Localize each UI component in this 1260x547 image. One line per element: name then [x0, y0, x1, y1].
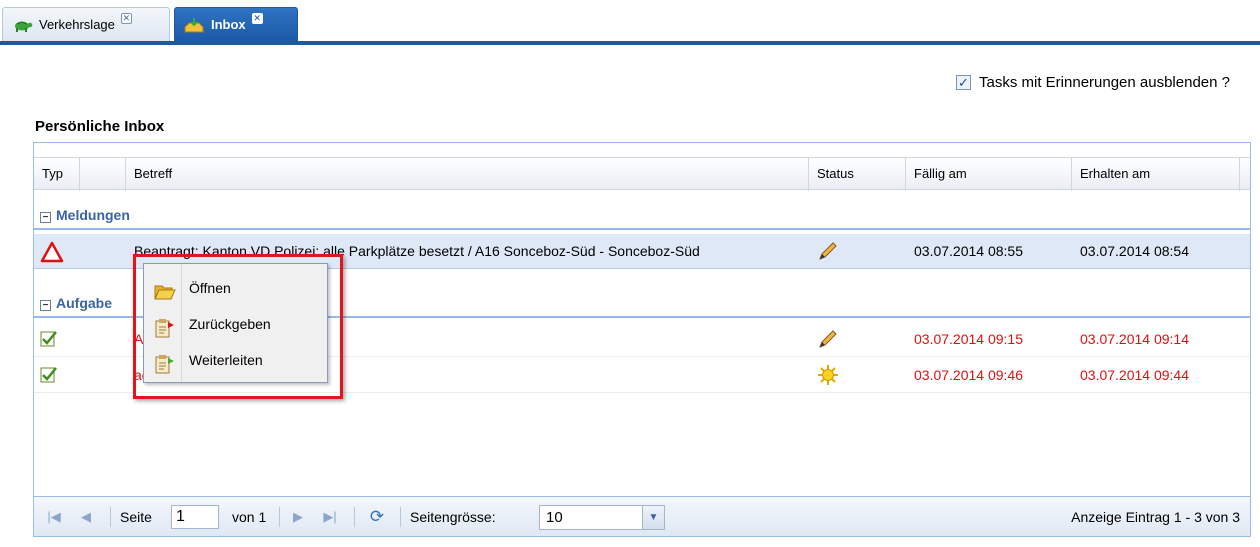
close-icon[interactable]: ✕ — [120, 13, 132, 24]
folder-open-icon — [154, 279, 176, 300]
separator — [354, 507, 355, 527]
row-received: 03.07.2014 09:14 — [1080, 331, 1189, 347]
pencil-icon — [817, 322, 847, 357]
last-page-icon[interactable]: ▶| — [322, 509, 338, 525]
chevron-down-icon[interactable]: ▼ — [642, 506, 664, 529]
context-menu: Öffnen Zurückgeben Weiterleiten — [143, 263, 328, 383]
group-label: Aufgabe — [56, 295, 112, 311]
column-header-spacer — [80, 158, 126, 191]
group-header-meldungen[interactable]: − Meldungen — [34, 200, 1250, 230]
sun-icon — [817, 358, 847, 393]
row-due: 03.07.2014 09:46 — [914, 367, 1023, 383]
refresh-icon[interactable]: ⟳ — [367, 508, 387, 525]
separator — [400, 507, 401, 527]
forward-document-icon — [154, 351, 176, 374]
first-page-icon[interactable]: |◀ — [46, 509, 62, 525]
paging-toolbar: |◀ ◀ Seite 1 von 1 ▶ ▶| ⟳ Seitengrösse: … — [34, 496, 1250, 536]
hide-reminder-tasks-option[interactable]: ✓ Tasks mit Erinnerungen ausblenden ? — [956, 74, 1230, 91]
collapse-icon[interactable]: − — [40, 212, 51, 223]
menu-item-label: Zurückgeben — [189, 316, 271, 332]
inbox-tray-icon — [183, 17, 205, 33]
close-icon[interactable]: ✕ — [251, 13, 263, 24]
tab-label: Verkehrslage — [39, 17, 115, 32]
page-size-select[interactable]: 10 ▼ — [539, 505, 665, 530]
collapse-icon[interactable]: − — [40, 300, 51, 311]
row-due: 03.07.2014 09:15 — [914, 331, 1023, 347]
section-title: Persönliche Inbox — [35, 118, 165, 135]
page-size-value: 10 — [546, 509, 563, 526]
task-check-icon — [40, 358, 70, 393]
column-header-betreff[interactable]: Betreff — [126, 158, 809, 191]
page-label: Seite — [120, 509, 152, 525]
tab-inbox[interactable]: Inbox ✕ — [174, 7, 298, 41]
column-header-status[interactable]: Status — [809, 158, 906, 191]
column-header-faellig[interactable]: Fällig am — [906, 158, 1072, 191]
page-count: von 1 — [232, 509, 267, 525]
row-received: 03.07.2014 08:54 — [1080, 243, 1189, 259]
task-check-icon — [40, 322, 70, 357]
return-document-icon — [154, 315, 176, 338]
column-header-typ[interactable]: Typ — [34, 158, 80, 191]
menu-item-open[interactable]: Öffnen — [144, 270, 327, 306]
page-number-input[interactable]: 1 — [171, 505, 219, 529]
menu-item-label: Öffnen — [189, 280, 231, 296]
menu-item-return[interactable]: Zurückgeben — [144, 306, 327, 342]
next-page-icon[interactable]: ▶ — [290, 509, 306, 525]
menu-item-forward[interactable]: Weiterleiten — [144, 342, 327, 378]
menu-item-label: Weiterleiten — [189, 352, 263, 368]
row-received: 03.07.2014 09:44 — [1080, 367, 1189, 383]
previous-page-icon[interactable]: ◀ — [78, 509, 94, 525]
tab-verkehrslage[interactable]: Verkehrslage ✕ — [2, 7, 170, 41]
column-header-erhalten[interactable]: Erhalten am — [1072, 158, 1240, 191]
pencil-icon — [817, 234, 847, 269]
separator — [279, 507, 280, 527]
separator — [110, 507, 111, 527]
grid-header: Typ Betreff Status Fällig am Erhalten am — [34, 157, 1250, 191]
tab-bar: Verkehrslage ✕ Inbox ✕ — [0, 0, 1260, 45]
checkbox-label: Tasks mit Erinnerungen ausblenden ? — [979, 74, 1230, 91]
checkbox[interactable]: ✓ — [956, 75, 971, 90]
turtle-icon — [11, 17, 33, 33]
page-size-label: Seitengrösse: — [410, 509, 496, 525]
row-due: 03.07.2014 08:55 — [914, 243, 1023, 259]
tab-label: Inbox — [211, 17, 246, 32]
group-label: Meldungen — [56, 207, 130, 223]
warning-triangle-icon — [40, 234, 70, 269]
display-info: Anzeige Eintrag 1 - 3 von 3 — [1071, 509, 1240, 525]
